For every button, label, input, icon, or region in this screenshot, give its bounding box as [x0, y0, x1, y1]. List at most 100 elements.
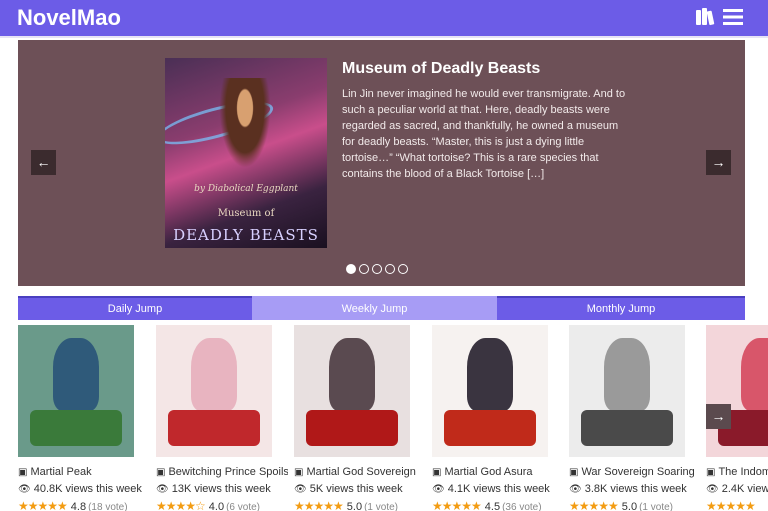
carousel-dot-4[interactable]	[385, 264, 395, 274]
tab-daily-jump[interactable]: Daily Jump	[18, 296, 252, 320]
books-icon[interactable]	[694, 6, 716, 28]
book-rating-row: ★★★★★ 5.0 (1 vote)	[569, 499, 701, 511]
cover-art-title	[443, 409, 537, 447]
cover-art-figure	[466, 338, 514, 411]
book-title[interactable]: Martial Peak	[30, 466, 91, 478]
book-cover-image[interactable]	[18, 325, 134, 457]
book-views-row: 👁 40.8K views this week	[18, 483, 150, 495]
carousel-pagination	[346, 261, 411, 274]
cover-author-text: by Diabolical Eggplant	[194, 184, 298, 194]
rating-score: 5.0	[621, 501, 638, 511]
book-icon: ▣	[706, 467, 716, 478]
featured-cover-image[interactable]: by Diabolical Eggplant Museum of DEADLY …	[165, 58, 327, 248]
book-views: 13K views this week	[171, 483, 271, 495]
book-icon: ▣	[294, 467, 304, 478]
book-views-row: 👁2.4K views this week	[706, 483, 768, 495]
cover-art-figure	[52, 338, 100, 411]
tab-monthly-jump[interactable]: Monthly Jump	[497, 296, 745, 320]
rating-stars: ★★★★★	[18, 499, 68, 511]
eye-icon: 👁	[569, 484, 582, 495]
rating-score: 4.8	[70, 501, 87, 511]
carousel-dot-3[interactable]	[372, 264, 382, 274]
book-cover-image[interactable]	[432, 325, 548, 457]
navbar-divider	[0, 36, 768, 38]
book-rating-row: ★★★★★ 4.5 (36 vote)	[432, 499, 564, 511]
book-views: 4.1K views this week	[447, 483, 550, 495]
book-views-row: 👁 13K views this week	[156, 483, 288, 495]
rating-score: 4.0	[208, 501, 225, 511]
carousel-dot-2[interactable]	[359, 264, 369, 274]
carousel-prev-arrow-icon[interactable]: ←	[31, 150, 56, 175]
carousel-next-arrow-icon[interactable]: →	[706, 150, 731, 175]
book-views: 40.8K views this week	[33, 483, 142, 495]
book-icon: ▣	[156, 467, 166, 478]
eye-icon: 👁	[156, 484, 169, 495]
book-icon: ▣	[569, 467, 579, 478]
book-rating-row: ★★★★☆ 4.0 (6 vote)	[156, 499, 288, 511]
book-views: 3.8K views this week	[584, 483, 687, 495]
book-title-row[interactable]: ▣ Martial Peak	[18, 466, 150, 478]
cover-art-title	[580, 409, 674, 447]
cover-art-title	[29, 409, 123, 447]
rating-votes: (1 vote)	[364, 502, 398, 511]
book-title-row[interactable]: ▣ Martial God Sovereign	[294, 466, 426, 478]
carousel-dot-5[interactable]	[398, 264, 408, 274]
book-carousel: ▣ Martial Peak 👁 40.8K views this week ★★★…	[0, 325, 768, 511]
book-title-row[interactable]: ▣ War Sovereign Soaring	[569, 466, 701, 478]
top-navbar: NovelMao	[0, 0, 768, 36]
cover-art-figure	[328, 338, 376, 411]
book-title[interactable]: Bewitching Prince Spoils	[168, 466, 288, 478]
cover-art-figure	[190, 338, 238, 411]
books-next-arrow-icon[interactable]: →	[706, 404, 731, 429]
book-cover-image[interactable]	[156, 325, 272, 457]
book-icon: ▣	[18, 467, 28, 478]
hamburger-menu-icon[interactable]	[722, 6, 744, 28]
book-rating-row: ★★★★★	[706, 499, 768, 511]
eye-icon: 👁	[18, 484, 31, 495]
rating-votes: (36 vote)	[502, 502, 542, 511]
rating-stars: ★★★★★	[569, 499, 619, 511]
rating-stars: ★★★★★	[432, 499, 482, 511]
book-rating-row: ★★★★★ 5.0 (1 vote)	[294, 499, 426, 511]
rating-votes: (6 vote)	[226, 502, 260, 511]
cover-art-title	[305, 409, 399, 447]
book-title[interactable]: The Indomitable	[718, 466, 768, 478]
rating-votes: (18 vote)	[88, 502, 128, 511]
brand-logo[interactable]: NovelMao	[17, 4, 121, 32]
book-views-row: 👁 5K views this week	[294, 483, 426, 495]
rating-stars: ★★★★★	[706, 499, 756, 511]
book-rating-row: ★★★★★ 4.8 (18 vote)	[18, 499, 150, 511]
cover-title-line-1: Museum of	[217, 208, 275, 219]
book-icon: ▣	[432, 467, 442, 478]
book-title-row[interactable]: ▣The Indomitable	[706, 466, 768, 478]
book-title-row[interactable]: ▣ Bewitching Prince Spoils	[156, 466, 288, 478]
ranking-tabs: Daily Jump Weekly Jump Monthly Jump	[18, 296, 745, 320]
featured-description: Lin Jin never imagined he would ever tra…	[342, 88, 626, 180]
eye-icon: 👁	[294, 484, 307, 495]
book-views: 5K views this week	[309, 483, 403, 495]
rating-stars: ★★★★★	[294, 499, 344, 511]
book-views-row: 👁 3.8K views this week	[569, 483, 701, 495]
book-cover-image[interactable]	[569, 325, 685, 457]
rating-score: 5.0	[346, 501, 363, 511]
book-title[interactable]: Martial God Asura	[444, 466, 532, 478]
book-cover-image[interactable]	[294, 325, 410, 457]
cover-figure-art	[215, 78, 275, 178]
cover-art-figure	[740, 338, 768, 411]
carousel-dot-1[interactable]	[346, 264, 356, 274]
rating-score: 4.5	[484, 501, 501, 511]
eye-icon: 👁	[706, 484, 719, 495]
featured-title[interactable]: Museum of Deadly Beasts	[342, 60, 540, 78]
eye-icon: 👁	[432, 484, 445, 495]
book-title[interactable]: War Sovereign Soaring	[581, 466, 694, 478]
rating-stars: ★★★★☆	[156, 499, 206, 511]
cover-art-figure	[603, 338, 651, 411]
book-cover-image[interactable]	[706, 325, 768, 457]
book-views: 2.4K views this week	[721, 483, 768, 495]
book-title-row[interactable]: ▣ Martial God Asura	[432, 466, 564, 478]
rating-votes: (1 vote)	[639, 502, 673, 511]
tab-weekly-jump[interactable]: Weekly Jump	[252, 296, 497, 320]
cover-title-line-2: DEADLY BEASTS	[173, 226, 319, 244]
cover-art-title	[167, 409, 261, 447]
book-title[interactable]: Martial God Sovereign	[306, 466, 415, 478]
